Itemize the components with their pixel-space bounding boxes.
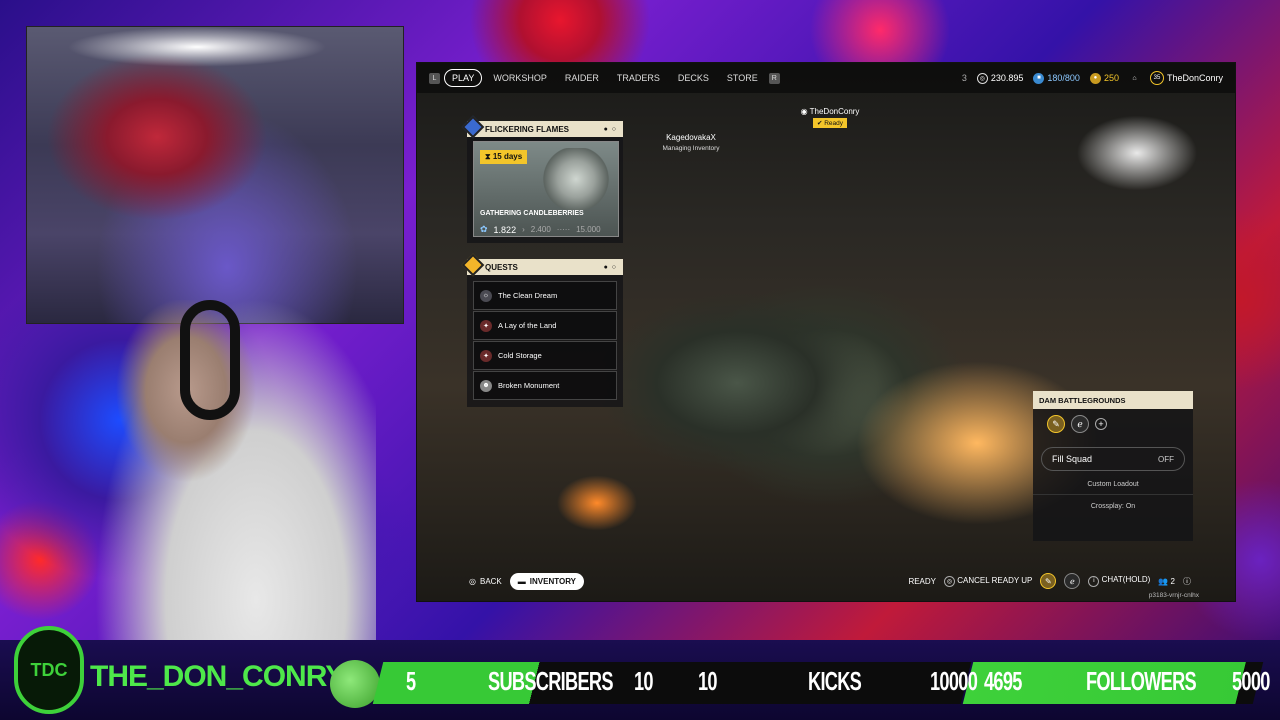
currency-stats: 3 ◎ 230.895 ■ 180/800 ● 250 ⌂ 35 TheDonConry xyxy=(962,71,1223,85)
tab-store[interactable]: STORE xyxy=(720,70,765,86)
inventory-button[interactable]: ▬ INVENTORY xyxy=(509,572,585,590)
avatar[interactable]: ✎ xyxy=(1047,415,1065,433)
quest-land-icon: ✦ xyxy=(480,319,492,332)
chat-button[interactable]: i CHAT(HOLD) xyxy=(1088,575,1150,587)
quest-item[interactable]: ✦ Cold Storage xyxy=(473,341,617,370)
tab-traders[interactable]: TRADERS xyxy=(610,70,667,86)
fill-squad-toggle[interactable]: Fill Squad OFF xyxy=(1041,447,1185,471)
channel-name: THE_DON_CONRY xyxy=(90,660,345,693)
gear-icon xyxy=(461,115,485,139)
crossplay-setting[interactable]: Crossplay: On xyxy=(1033,503,1193,516)
kick-current: 10 xyxy=(698,666,718,696)
self-name-row: ◉ TheDonConry xyxy=(800,107,860,116)
tab-raider[interactable]: RAIDER xyxy=(558,70,606,86)
profile[interactable]: 35 TheDonConry xyxy=(1149,71,1223,85)
y-button-icon: ◎ xyxy=(944,575,955,587)
sub-label: SUBSCRIBERS xyxy=(488,666,613,696)
player-level-badge: 35 xyxy=(1149,71,1164,85)
event-title: GATHERING CANDLEBERRIES xyxy=(480,210,584,217)
kick-label: KICKS xyxy=(808,666,862,696)
quest-storage-icon: ✦ xyxy=(480,349,492,362)
progress-icon: ✿ xyxy=(480,224,488,234)
tab-decks[interactable]: DECKS xyxy=(671,70,716,86)
event-panel[interactable]: FLICKERING FLAMES ● ○ ⧗ 15 days GATHERING… xyxy=(461,115,623,243)
coins-stat: ◎ 230.895 xyxy=(976,72,1023,84)
level-small: 3 xyxy=(961,73,967,83)
b-button-icon: ◎ xyxy=(469,576,476,586)
notification-icon[interactable]: ⌂ xyxy=(1129,73,1140,84)
quests-panel: QUESTS ● ○ ☼ The Clean Dream ✦ A Lay of the… xyxy=(461,253,623,407)
quest-item[interactable]: ☼ The Clean Dream xyxy=(473,281,617,310)
quest-item[interactable]: ☻ Broken Monument xyxy=(473,371,617,400)
rb-icon: R xyxy=(768,72,780,84)
event-card[interactable]: ⧗ 15 days GATHERING CANDLEBERRIES ✿ 1.82… xyxy=(473,141,619,237)
username: TheDonConry xyxy=(1166,73,1223,83)
teammate-name: KagedovakaX xyxy=(666,133,716,142)
quest-icon xyxy=(461,253,485,277)
party-count: 👥 2 xyxy=(1158,576,1175,586)
quest-monument-icon: ☻ xyxy=(480,379,492,392)
fol-label: FOLLOWERS xyxy=(1086,666,1197,696)
ready-badge: ✔ Ready xyxy=(812,118,848,128)
ready-button[interactable]: READY xyxy=(908,577,936,586)
page-dots: ● ○ xyxy=(603,125,617,133)
fol-goal: 5000 xyxy=(1232,666,1270,696)
add-player-icon[interactable]: + xyxy=(1095,418,1107,430)
avatar: ℯ xyxy=(1064,573,1081,589)
quest-clean-icon: ☼ xyxy=(480,289,492,302)
sub-current: 5 xyxy=(406,666,416,696)
sub-goal: 10 xyxy=(634,666,654,696)
coin-icon: ◎ xyxy=(976,72,988,84)
squad-panel: DAM BATTLEGROUNDS ✎ ℯ + Fill Squad OFF Cu… xyxy=(1033,391,1193,541)
game-window: L PLAY WORKSHOP RAIDER TRADERS DECKS STO… xyxy=(416,62,1236,602)
page-dots: ● ○ xyxy=(603,263,617,271)
lb-icon: L xyxy=(429,72,440,84)
tokens-stat: ● 250 xyxy=(1089,72,1119,84)
session-code: p3183-vrnjr-cnlhx xyxy=(1148,592,1199,599)
avatar: ✎ xyxy=(1040,573,1057,589)
tab-workshop[interactable]: WORKSHOP xyxy=(486,70,554,86)
map-name: DAM BATTLEGROUNDS xyxy=(1033,391,1193,409)
game-topbar: L PLAY WORKSHOP RAIDER TRADERS DECKS STO… xyxy=(417,63,1235,93)
custom-loadout[interactable]: Custom Loadout xyxy=(1033,481,1193,495)
main-nav: L PLAY WORKSHOP RAIDER TRADERS DECKS STO… xyxy=(429,69,780,87)
event-header: FLICKERING FLAMES ● ○ xyxy=(461,115,623,139)
channel-logo: TDC xyxy=(14,626,84,714)
squad-avatars: ✎ ℯ + xyxy=(1033,409,1193,439)
quest-item[interactable]: ✦ A Lay of the Land xyxy=(473,311,617,340)
headphones xyxy=(180,300,240,420)
stash-icon: ■ xyxy=(1033,72,1045,84)
teammate-status: Managing Inventory xyxy=(662,145,720,152)
candleberry-tree xyxy=(542,148,610,210)
cancel-ready-button[interactable]: ◎ CANCEL READY UP xyxy=(944,575,1032,587)
self-tag: ◉ TheDonConry ✔ Ready xyxy=(789,107,871,128)
inventory-icon: ▬ xyxy=(517,576,526,586)
bottom-bar: ◎ BACK ▬ INVENTORY READY ◎ CANCEL READY UP… xyxy=(417,561,1235,601)
info-icon[interactable]: ⓘ xyxy=(1183,576,1191,587)
back-button[interactable]: ◎ BACK xyxy=(461,573,510,590)
quests-header: QUESTS ● ○ xyxy=(461,253,623,277)
kick-goal: 10000 xyxy=(930,666,978,696)
mic-icon: i xyxy=(1088,575,1100,587)
game-capture-webcam xyxy=(26,26,404,324)
teammate-tag: KagedovakaX Managing Inventory xyxy=(655,133,727,152)
player-icon: ◉ xyxy=(800,107,810,116)
tab-play[interactable]: PLAY xyxy=(444,69,483,87)
avatar[interactable]: ℯ xyxy=(1071,415,1089,433)
ready-controls: READY ◎ CANCEL READY UP ✎ ℯ i CHAT(HOLD)… xyxy=(908,573,1191,589)
event-progress: ✿ 1.822 › 2.400 ····· 15.000 xyxy=(480,224,601,235)
fol-current: 4695 xyxy=(984,666,1022,696)
glow-wing xyxy=(67,27,327,67)
days-badge: ⧗ 15 days xyxy=(480,150,528,164)
stash-stat: ■ 180/800 xyxy=(1033,72,1080,84)
token-icon: ● xyxy=(1089,72,1101,84)
